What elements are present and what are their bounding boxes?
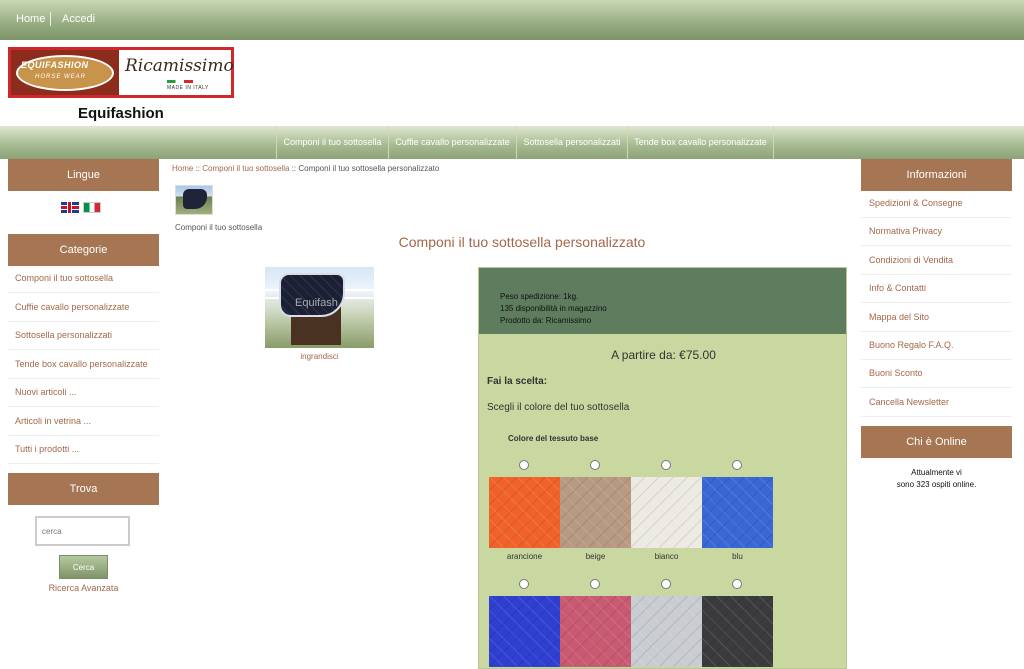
color-radio[interactable] bbox=[519, 579, 529, 589]
online-status: Attualmente vi sono 323 ospiti online. bbox=[896, 468, 977, 489]
site-logo[interactable]: EQUIFASHION HORSE WEAR Ricamissimo MADE … bbox=[8, 47, 234, 98]
color-radio[interactable] bbox=[661, 460, 671, 470]
color-name: beige bbox=[585, 552, 606, 561]
color-swatch[interactable] bbox=[489, 596, 560, 667]
search-button[interactable]: Cerca bbox=[59, 555, 108, 579]
category-all[interactable]: Tutti i prodotti ... bbox=[8, 436, 159, 464]
breadcrumb-home[interactable]: Home bbox=[172, 164, 193, 173]
color-swatch[interactable] bbox=[560, 477, 631, 548]
categories-header: Categorie bbox=[8, 234, 159, 266]
breadcrumb-category[interactable]: Componi il tuo sottosella bbox=[202, 164, 289, 173]
color-radio[interactable] bbox=[732, 579, 742, 589]
nav-cuffie[interactable]: Cuffie cavallo personalizzate bbox=[388, 126, 516, 159]
info-newsletter[interactable]: Cancella Newsletter bbox=[861, 389, 1012, 417]
product-image[interactable]: Equifash bbox=[265, 267, 374, 348]
info-shipping[interactable]: Spedizioni & Consegne bbox=[861, 190, 1012, 218]
advanced-search-link[interactable]: Ricerca Avanzata bbox=[8, 583, 159, 593]
login-link[interactable]: Accedi bbox=[62, 13, 95, 25]
breadcrumb-current: Componi il tuo sottosella personalizzato bbox=[298, 164, 440, 173]
color-swatch[interactable] bbox=[702, 477, 773, 548]
color-name: blu bbox=[732, 552, 743, 561]
category-tende[interactable]: Tende box cavallo personalizzate bbox=[8, 351, 159, 379]
search-header: Trova bbox=[8, 473, 159, 505]
color-swatch[interactable] bbox=[702, 596, 773, 667]
home-link[interactable]: Home bbox=[16, 13, 45, 25]
color-swatch[interactable] bbox=[560, 596, 631, 667]
color-radio[interactable] bbox=[519, 460, 529, 470]
color-name: arancione bbox=[506, 552, 543, 561]
info-conditions[interactable]: Condizioni di Vendita bbox=[861, 247, 1012, 275]
choose-color-text: Scegli il colore del tuo sottosella bbox=[487, 402, 630, 413]
languages-header: Lingue bbox=[8, 159, 159, 191]
logo-equifashion: EQUIFASHION HORSE WEAR bbox=[11, 50, 119, 95]
image-watermark: Equifash bbox=[295, 297, 338, 309]
info-contacts[interactable]: Info & Contatti bbox=[861, 275, 1012, 303]
online-header: Chi è Online bbox=[861, 426, 1012, 458]
info-header: Informazioni bbox=[861, 159, 1012, 191]
color-radio[interactable] bbox=[590, 579, 600, 589]
shipping-weight: Peso spedizione: 1kg. bbox=[500, 292, 579, 301]
product-details: Peso spedizione: 1kg. 135 disponibilità … bbox=[479, 268, 846, 334]
main-nav: Componi il tuo sottosella Cuffie cavallo… bbox=[0, 126, 1024, 159]
category-componi[interactable]: Componi il tuo sottosella bbox=[8, 265, 159, 293]
color-radio[interactable] bbox=[590, 460, 600, 470]
category-featured[interactable]: Articoli in vetrina ... bbox=[8, 408, 159, 436]
top-separator bbox=[50, 12, 51, 26]
category-new[interactable]: Nuovi articoli ... bbox=[8, 379, 159, 407]
nav-sottosella[interactable]: Sottosella personalizzati bbox=[516, 126, 627, 159]
info-sitemap[interactable]: Mappa del Sito bbox=[861, 304, 1012, 332]
product-options-panel: Peso spedizione: 1kg. 135 disponibilità … bbox=[478, 267, 847, 669]
product-price: A partire da: €75.00 bbox=[611, 348, 716, 362]
manufacturer: Prodotto da: Ricamissimo bbox=[500, 316, 592, 325]
enlarge-link[interactable]: ingrandisci bbox=[265, 352, 374, 361]
product-title: Componi il tuo sottosella personalizzato bbox=[398, 234, 646, 250]
nav-tende[interactable]: Tende box cavallo personalizzate bbox=[627, 126, 774, 159]
nav-componi[interactable]: Componi il tuo sottosella bbox=[276, 126, 388, 159]
category-thumbnail[interactable] bbox=[175, 185, 213, 215]
color-swatch[interactable] bbox=[631, 477, 702, 548]
fabric-color-label: Colore del tessuto base bbox=[508, 434, 599, 443]
english-flag-icon[interactable] bbox=[61, 202, 79, 213]
color-radio[interactable] bbox=[732, 460, 742, 470]
logo-ricamissimo: Ricamissimo MADE IN ITALY bbox=[125, 56, 234, 91]
choose-heading: Fai la scelta: bbox=[487, 376, 548, 387]
info-gift-faq[interactable]: Buono Regalo F.A.Q. bbox=[861, 332, 1012, 360]
category-cuffie[interactable]: Cuffie cavallo personalizzate bbox=[8, 294, 159, 322]
site-title: Equifashion bbox=[78, 105, 164, 122]
italy-stripe bbox=[167, 80, 193, 83]
info-coupons[interactable]: Buoni Sconto bbox=[861, 360, 1012, 388]
color-swatch[interactable] bbox=[631, 596, 702, 667]
stock-status: 135 disponibilità in magazzino bbox=[500, 304, 607, 313]
color-swatch[interactable] bbox=[489, 477, 560, 548]
info-privacy[interactable]: Normativa Privacy bbox=[861, 218, 1012, 246]
category-sottosella[interactable]: Sottosella personalizzati bbox=[8, 322, 159, 350]
color-radio[interactable] bbox=[661, 579, 671, 589]
color-name: bianco bbox=[654, 552, 679, 561]
category-caption: Componi il tuo sottosella bbox=[175, 223, 263, 232]
breadcrumb: Home :: Componi il tuo sottosella :: Com… bbox=[172, 164, 440, 173]
italian-flag-icon[interactable] bbox=[83, 202, 101, 213]
search-input[interactable] bbox=[35, 516, 130, 546]
top-bar: Home Accedi bbox=[0, 0, 1024, 40]
